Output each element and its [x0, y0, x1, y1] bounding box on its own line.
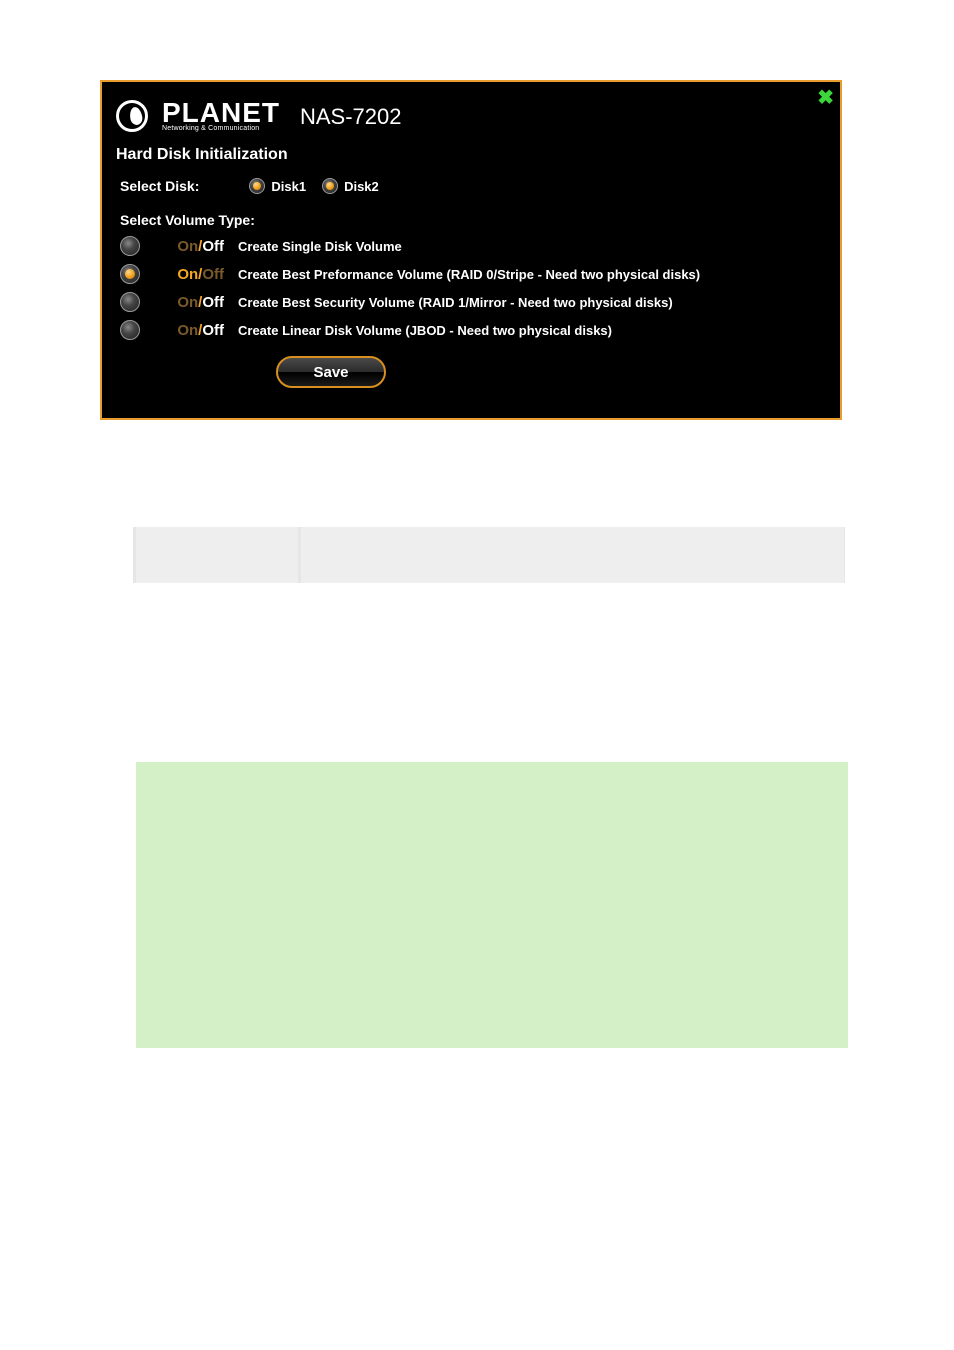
dialog-container: ✖ PLANET Networking & Communication NAS-… — [100, 80, 842, 420]
vt-radio-single[interactable] — [120, 236, 140, 256]
logo-text: PLANET Networking & Communication — [162, 100, 280, 132]
page-title: Hard Disk Initialization — [116, 146, 826, 164]
vt-desc-raid1: Create Best Security Volume (RAID 1/Mirr… — [238, 295, 673, 310]
volume-type-row-raid0: On/Off Create Best Preformance Volume (R… — [120, 264, 826, 284]
disk-checks: Disk1 Disk2 — [249, 178, 388, 194]
volume-type-row-raid1: On/Off Create Best Security Volume (RAID… — [120, 292, 826, 312]
volume-type-row-single: On/Off Create Single Disk Volume — [120, 236, 826, 256]
doc-table — [133, 527, 845, 583]
vt-onoff-single[interactable]: On/Off — [154, 238, 224, 255]
vt-onoff-raid0[interactable]: On/Off — [154, 266, 224, 283]
vt-radio-jbod[interactable] — [120, 320, 140, 340]
save-button[interactable]: Save — [276, 356, 386, 388]
vt-desc-single: Create Single Disk Volume — [238, 239, 402, 254]
close-icon[interactable]: ✖ — [817, 88, 834, 108]
logo-tagline: Networking & Communication — [162, 125, 280, 132]
vt-onoff-jbod[interactable]: On/Off — [154, 322, 224, 339]
disk2-label: Disk2 — [344, 179, 379, 194]
disk1-label: Disk1 — [271, 179, 306, 194]
select-disk-label: Select Disk: — [120, 178, 199, 194]
logo-name: PLANET — [162, 100, 280, 125]
model-label: NAS-7202 — [300, 104, 402, 130]
doc-green-box — [136, 762, 848, 1048]
logo-row: PLANET Networking & Communication NAS-72… — [116, 100, 826, 132]
vt-desc-raid0: Create Best Preformance Volume (RAID 0/S… — [238, 267, 700, 282]
planet-logo-icon — [116, 100, 148, 132]
disk1-radio[interactable] — [249, 178, 265, 194]
table-cell — [135, 527, 300, 583]
dialog: ✖ PLANET Networking & Communication NAS-… — [102, 82, 840, 418]
table-row — [135, 527, 845, 583]
select-disk-row: Select Disk: Disk1 Disk2 — [120, 178, 826, 194]
volume-type-label: Select Volume Type: — [120, 212, 826, 228]
volume-type-row-jbod: On/Off Create Linear Disk Volume (JBOD -… — [120, 320, 826, 340]
table-cell — [300, 527, 845, 583]
disk2-radio[interactable] — [322, 178, 338, 194]
vt-onoff-raid1[interactable]: On/Off — [154, 294, 224, 311]
vt-radio-raid0[interactable] — [120, 264, 140, 284]
vt-radio-raid1[interactable] — [120, 292, 140, 312]
vt-desc-jbod: Create Linear Disk Volume (JBOD - Need t… — [238, 323, 612, 338]
